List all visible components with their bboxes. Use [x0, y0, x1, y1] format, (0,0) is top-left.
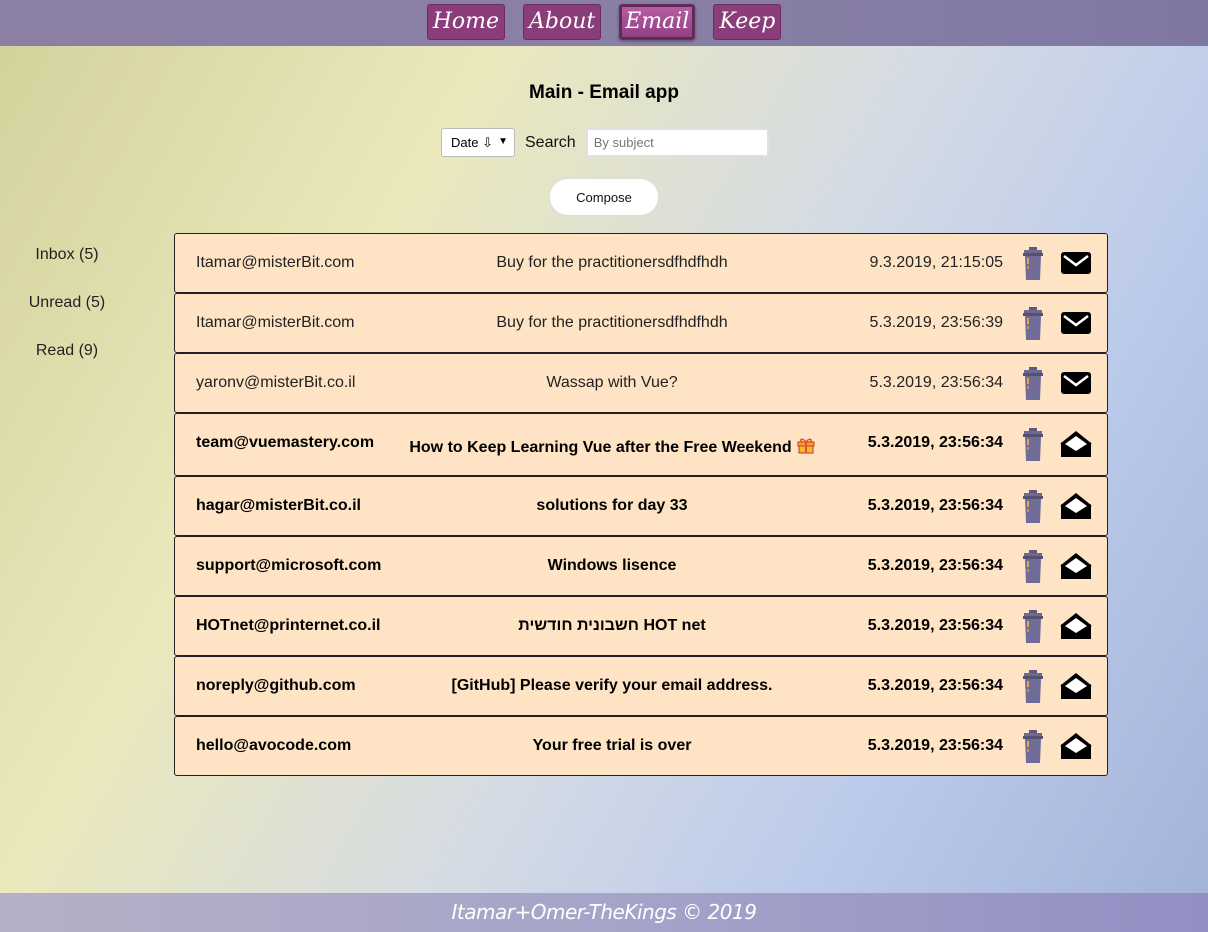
envelope-closed-icon[interactable]: [1060, 368, 1092, 398]
email-subject: [GitHub] Please verify your email addres…: [395, 677, 829, 695]
trash-icon[interactable]: [1022, 490, 1044, 524]
email-row[interactable]: hagar@misterBit.co.il solutions for day 3…: [174, 476, 1108, 536]
email-subject-text: [GitHub] Please verify your email addres…: [451, 677, 773, 694]
search-label: Search: [525, 133, 576, 151]
sidebar-item-inbox[interactable]: Inbox (5): [0, 236, 134, 284]
envelope-open-icon[interactable]: [1060, 731, 1092, 761]
compose-button[interactable]: Compose: [549, 178, 659, 216]
email-from: HOTnet@printernet.co.il: [196, 617, 381, 634]
email-subject-text: Wassap with Vue?: [546, 374, 678, 391]
sort-select-value: Date ⇩: [451, 134, 493, 150]
email-row[interactable]: Itamar@misterBit.com Buy for the practiti…: [174, 233, 1108, 293]
trash-icon[interactable]: [1022, 730, 1044, 764]
email-date: 5.3.2019, 23:56:34: [869, 374, 1003, 391]
email-subject: How to Keep Learning Vue after the Free …: [395, 436, 829, 459]
email-subject-text: Your free trial is over: [532, 737, 692, 754]
email-list: Itamar@misterBit.com Buy for the practiti…: [174, 233, 1108, 776]
filter-controls: Date ⇩ ▼ Search: [441, 128, 769, 157]
sidebar: Inbox (5) Unread (5) Read (9): [0, 236, 134, 380]
email-subject: Windows lisence: [395, 557, 829, 575]
email-row[interactable]: team@vuemastery.com How to Keep Learning …: [174, 413, 1108, 476]
email-row[interactable]: noreply@github.com [GitHub] Please verify…: [174, 656, 1108, 716]
email-date: 5.3.2019, 23:56:34: [867, 434, 1003, 451]
trash-icon[interactable]: [1022, 550, 1044, 584]
trash-icon[interactable]: [1022, 610, 1044, 644]
email-from: Itamar@misterBit.com: [196, 254, 355, 271]
email-date: 5.3.2019, 23:56:34: [867, 737, 1003, 754]
email-date: 9.3.2019, 21:15:05: [869, 254, 1003, 271]
sidebar-item-unread[interactable]: Unread (5): [0, 284, 134, 332]
email-row[interactable]: Itamar@misterBit.com Buy for the practiti…: [174, 293, 1108, 353]
nav-keep[interactable]: Keep: [713, 4, 782, 40]
email-subject-text: Buy for the practitionersdfhdfhdh: [496, 254, 728, 271]
email-subject-text: חשבונית חודשית HOT net: [518, 617, 706, 634]
email-row[interactable]: HOTnet@printernet.co.il חשבונית חודשית HO…: [174, 596, 1108, 656]
email-from: hagar@misterBit.co.il: [196, 497, 361, 514]
envelope-closed-icon[interactable]: [1060, 308, 1092, 338]
trash-icon[interactable]: [1022, 670, 1044, 704]
email-date: 5.3.2019, 23:56:34: [867, 677, 1003, 694]
email-subject: Your free trial is over: [395, 737, 829, 755]
envelope-open-icon[interactable]: [1060, 491, 1092, 521]
gift-icon: [797, 436, 815, 459]
sort-select[interactable]: Date ⇩ ▼: [441, 128, 515, 157]
email-subject: Wassap with Vue?: [395, 374, 829, 392]
email-from: noreply@github.com: [196, 677, 356, 694]
email-row[interactable]: yaronv@misterBit.co.il Wassap with Vue? 5.…: [174, 353, 1108, 413]
search-input[interactable]: [585, 128, 769, 157]
email-row[interactable]: hello@avocode.com Your free trial is over…: [174, 716, 1108, 776]
envelope-open-icon[interactable]: [1060, 551, 1092, 581]
page-title: Main - Email app: [529, 82, 679, 103]
email-from: hello@avocode.com: [196, 737, 352, 754]
email-date: 5.3.2019, 23:56:34: [867, 497, 1003, 514]
nav-email[interactable]: Email: [619, 4, 696, 40]
email-from: Itamar@misterBit.com: [196, 314, 355, 331]
email-subject-text: Buy for the practitionersdfhdfhdh: [496, 314, 728, 331]
trash-icon[interactable]: [1022, 307, 1044, 341]
email-subject-text: How to Keep Learning Vue after the Free …: [409, 439, 792, 456]
email-subject: Buy for the practitionersdfhdfhdh: [395, 254, 829, 272]
sidebar-item-read[interactable]: Read (9): [0, 332, 134, 380]
nav-home[interactable]: Home: [426, 4, 505, 40]
email-subject: חשבונית חודשית HOT net: [395, 617, 829, 635]
email-subject-text: Windows lisence: [547, 557, 677, 574]
trash-icon[interactable]: [1022, 247, 1044, 281]
email-subject: solutions for day 33: [395, 497, 829, 515]
trash-icon[interactable]: [1022, 428, 1044, 462]
envelope-open-icon[interactable]: [1060, 429, 1092, 459]
email-from: yaronv@misterBit.co.il: [196, 374, 356, 391]
email-subject-text: solutions for day 33: [536, 497, 688, 514]
top-nav: Home About Email Keep: [0, 0, 1208, 46]
nav-about[interactable]: About: [523, 4, 602, 40]
email-from: team@vuemastery.com: [196, 434, 375, 451]
chevron-down-icon: ▼: [498, 136, 508, 147]
footer: Itamar+Omer-TheKings © 2019: [0, 893, 1208, 932]
envelope-open-icon[interactable]: [1060, 671, 1092, 701]
envelope-open-icon[interactable]: [1060, 611, 1092, 641]
trash-icon[interactable]: [1022, 367, 1044, 401]
email-date: 5.3.2019, 23:56:34: [867, 617, 1003, 634]
email-date: 5.3.2019, 23:56:34: [867, 557, 1003, 574]
email-row[interactable]: support@microsoft.com Windows lisence 5.3.…: [174, 536, 1108, 596]
email-date: 5.3.2019, 23:56:39: [869, 314, 1003, 331]
envelope-closed-icon[interactable]: [1060, 248, 1092, 278]
email-from: support@microsoft.com: [196, 557, 382, 574]
email-subject: Buy for the practitionersdfhdfhdh: [395, 314, 829, 332]
